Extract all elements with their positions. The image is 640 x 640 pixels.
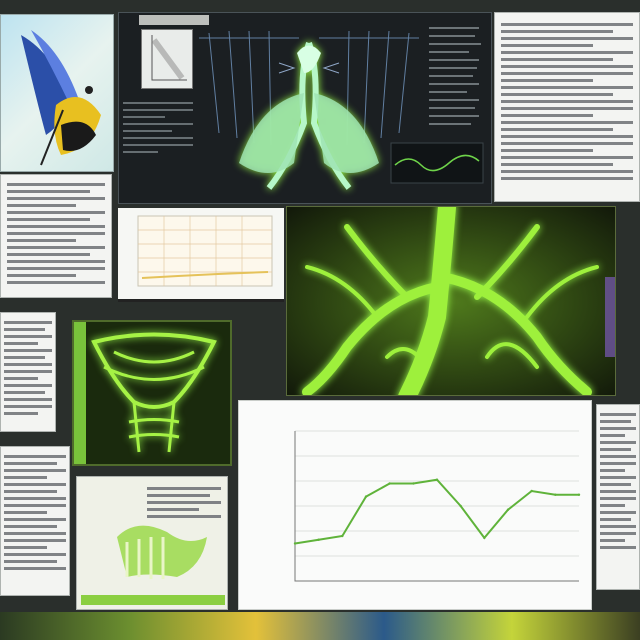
data-point [293, 542, 297, 545]
data-point [554, 493, 557, 496]
data-point [577, 493, 581, 496]
document-left [0, 174, 112, 298]
small-chart-panel [118, 208, 284, 302]
lung-branching-image [286, 206, 616, 396]
anatomy-scan [199, 27, 484, 190]
data-point [530, 489, 533, 493]
series-line [294, 478, 579, 545]
document-top-right [494, 12, 640, 202]
line-chart-panel [238, 400, 592, 610]
document-right-lower [596, 404, 640, 590]
data-point [506, 508, 510, 511]
data-point [388, 482, 391, 485]
scan-window [118, 12, 492, 204]
line-chart [293, 430, 581, 582]
trachea-image [72, 320, 232, 466]
bottom-strip [0, 612, 640, 640]
document-lower-left [0, 446, 70, 596]
skeletal-illustration [81, 525, 225, 605]
data-point [483, 536, 486, 540]
data-point [364, 495, 368, 498]
bird-image-panel [0, 14, 114, 172]
data-point [341, 534, 344, 538]
illustrated-document [76, 476, 228, 610]
small-grid-chart [137, 215, 273, 287]
document-left-lower [0, 312, 56, 432]
data-point [435, 478, 439, 481]
data-point [317, 538, 320, 541]
bird-illustration [21, 30, 101, 166]
data-point [412, 482, 415, 485]
data-point [459, 504, 462, 508]
